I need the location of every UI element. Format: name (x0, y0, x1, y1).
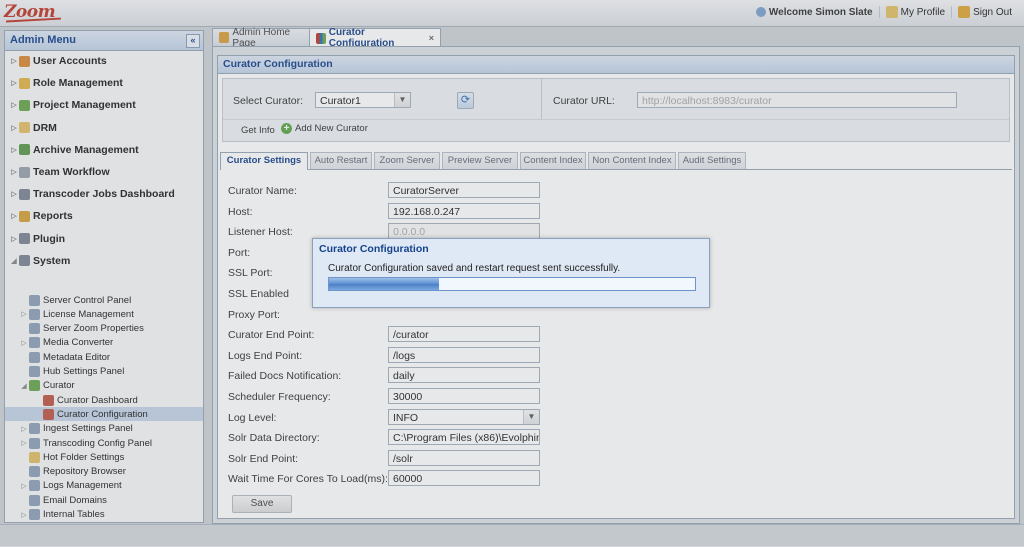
dialog-message: Curator Configuration saved and restart … (328, 263, 621, 274)
dialog-body: Curator Configuration saved and restart … (318, 257, 704, 302)
dialog-title: Curator Configuration (319, 243, 429, 255)
progress-dialog: Curator Configuration Curator Configurat… (312, 238, 710, 308)
progress-bar-fill (329, 278, 439, 290)
progress-bar (328, 277, 696, 291)
